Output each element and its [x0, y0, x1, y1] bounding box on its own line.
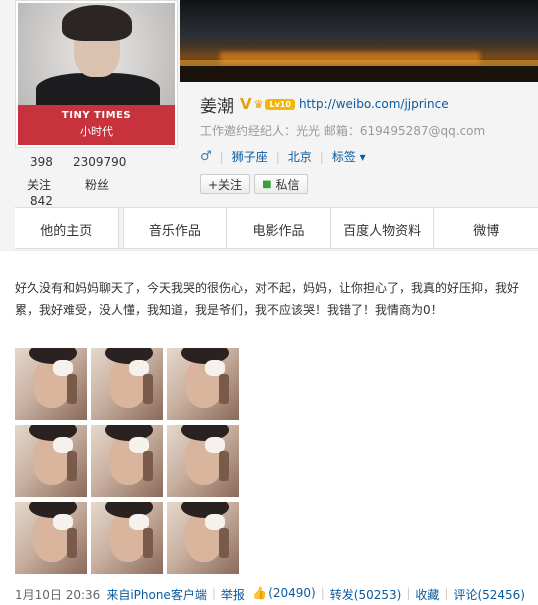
divider: | [319, 149, 324, 164]
like-count[interactable]: (20490) [268, 586, 316, 603]
avatar-hair [62, 5, 132, 41]
avatar-brand-strip: TINY TIMES 小时代 [18, 105, 175, 145]
home-url-link[interactable]: http://weibo.com/jjprince [299, 97, 449, 111]
posts-count[interactable]: 842 [30, 194, 53, 208]
post-image[interactable] [167, 425, 239, 497]
profile-actions: +关注 ■ 私信 [200, 174, 312, 194]
avatar[interactable]: TINY TIMES 小时代 [18, 3, 175, 145]
tab-movies[interactable]: 电影作品 [227, 208, 331, 250]
follow-button[interactable]: +关注 [200, 174, 251, 194]
post-image[interactable] [91, 502, 163, 574]
report-link[interactable]: 举报 [221, 586, 245, 603]
post-image[interactable] [167, 348, 239, 420]
post-text: 好久没有和妈妈聊天了，今天我哭的很伤心，对不起，妈妈，让你担心了，我真的好压抑，… [15, 281, 520, 317]
avatar-brand-en: TINY TIMES [61, 110, 132, 121]
post-source[interactable]: 来自iPhone客户端 [106, 586, 207, 603]
post-image[interactable] [91, 348, 163, 420]
tab-weibo[interactable]: 微博 [434, 208, 538, 250]
profile-tags-row: ♂ | 狮子座 | 北京 | 标签 ▾ [200, 148, 366, 165]
avatar-card[interactable]: TINY TIMES 小时代 [15, 0, 178, 148]
post-image[interactable] [91, 425, 163, 497]
member-crown-icon[interactable]: ♛ [254, 98, 264, 111]
fans-count[interactable]: 2309790 [73, 155, 126, 169]
message-icon: ■ [262, 178, 272, 190]
repost-link[interactable]: 转发(50253) [330, 586, 402, 603]
post-image[interactable] [15, 425, 87, 497]
post-image[interactable] [15, 348, 87, 420]
like-icon[interactable]: 👍 [252, 586, 267, 603]
following-count[interactable]: 398 [30, 155, 53, 169]
profile-tabs: 他的主页 音乐作品 电影作品 百度人物资料 微博 [15, 207, 538, 250]
tab-baidu-profile[interactable]: 百度人物资料 [331, 208, 435, 250]
name-row: 姜潮 V ♛ Lv10 http://weibo.com/jjprince [200, 92, 449, 117]
divider: | [275, 149, 280, 164]
profile-info: 姜潮 V ♛ Lv10 http://weibo.com/jjprince 工作… [200, 92, 485, 194]
following-label[interactable]: 关注 [27, 176, 51, 193]
divider: | [211, 586, 216, 600]
location-link[interactable]: 北京 [288, 148, 312, 165]
divider: | [406, 586, 411, 600]
favorite-link[interactable]: 收藏 [415, 586, 439, 603]
tab-home[interactable]: 他的主页 [15, 208, 119, 250]
post-meta: 1月10日 20:36 来自iPhone客户端 | 举报 👍 (20490) |… [15, 586, 525, 603]
banner-shoreline [180, 66, 538, 82]
tags-dropdown[interactable]: 标签 ▾ [332, 148, 366, 165]
level-badge[interactable]: Lv10 [265, 98, 295, 110]
divider: | [219, 149, 224, 164]
post-actions: 👍 (20490) | 转发(50253) | 收藏 | 评论(52456) [252, 586, 525, 603]
divider: | [320, 586, 325, 600]
post-image-grid [15, 348, 243, 574]
banner-sky [180, 0, 538, 40]
weibo-post: 好久没有和妈妈聊天了，今天我哭的很伤心，对不起，妈妈，让你担心了，我真的好压抑，… [0, 250, 538, 605]
work-contact: 工作邀约经纪人：光光 邮箱：619495287@qq.com [200, 124, 486, 138]
post-timestamp[interactable]: 1月10日 20:36 [15, 586, 100, 603]
comment-link[interactable]: 评论(52456) [453, 586, 525, 603]
verified-icon[interactable]: V [240, 95, 252, 113]
post-image[interactable] [167, 502, 239, 574]
post-image[interactable] [15, 502, 87, 574]
male-icon: ♂ [200, 149, 212, 164]
cover-banner [180, 0, 538, 82]
message-label: 私信 [275, 177, 300, 192]
profile-name: 姜潮 [200, 96, 234, 117]
message-button[interactable]: ■ 私信 [254, 174, 308, 194]
zodiac-link[interactable]: 狮子座 [232, 148, 268, 165]
fans-label[interactable]: 粉丝 [85, 176, 109, 193]
divider: | [444, 586, 449, 600]
tab-music[interactable]: 音乐作品 [124, 208, 228, 250]
avatar-brand-cn: 小时代 [80, 125, 113, 138]
